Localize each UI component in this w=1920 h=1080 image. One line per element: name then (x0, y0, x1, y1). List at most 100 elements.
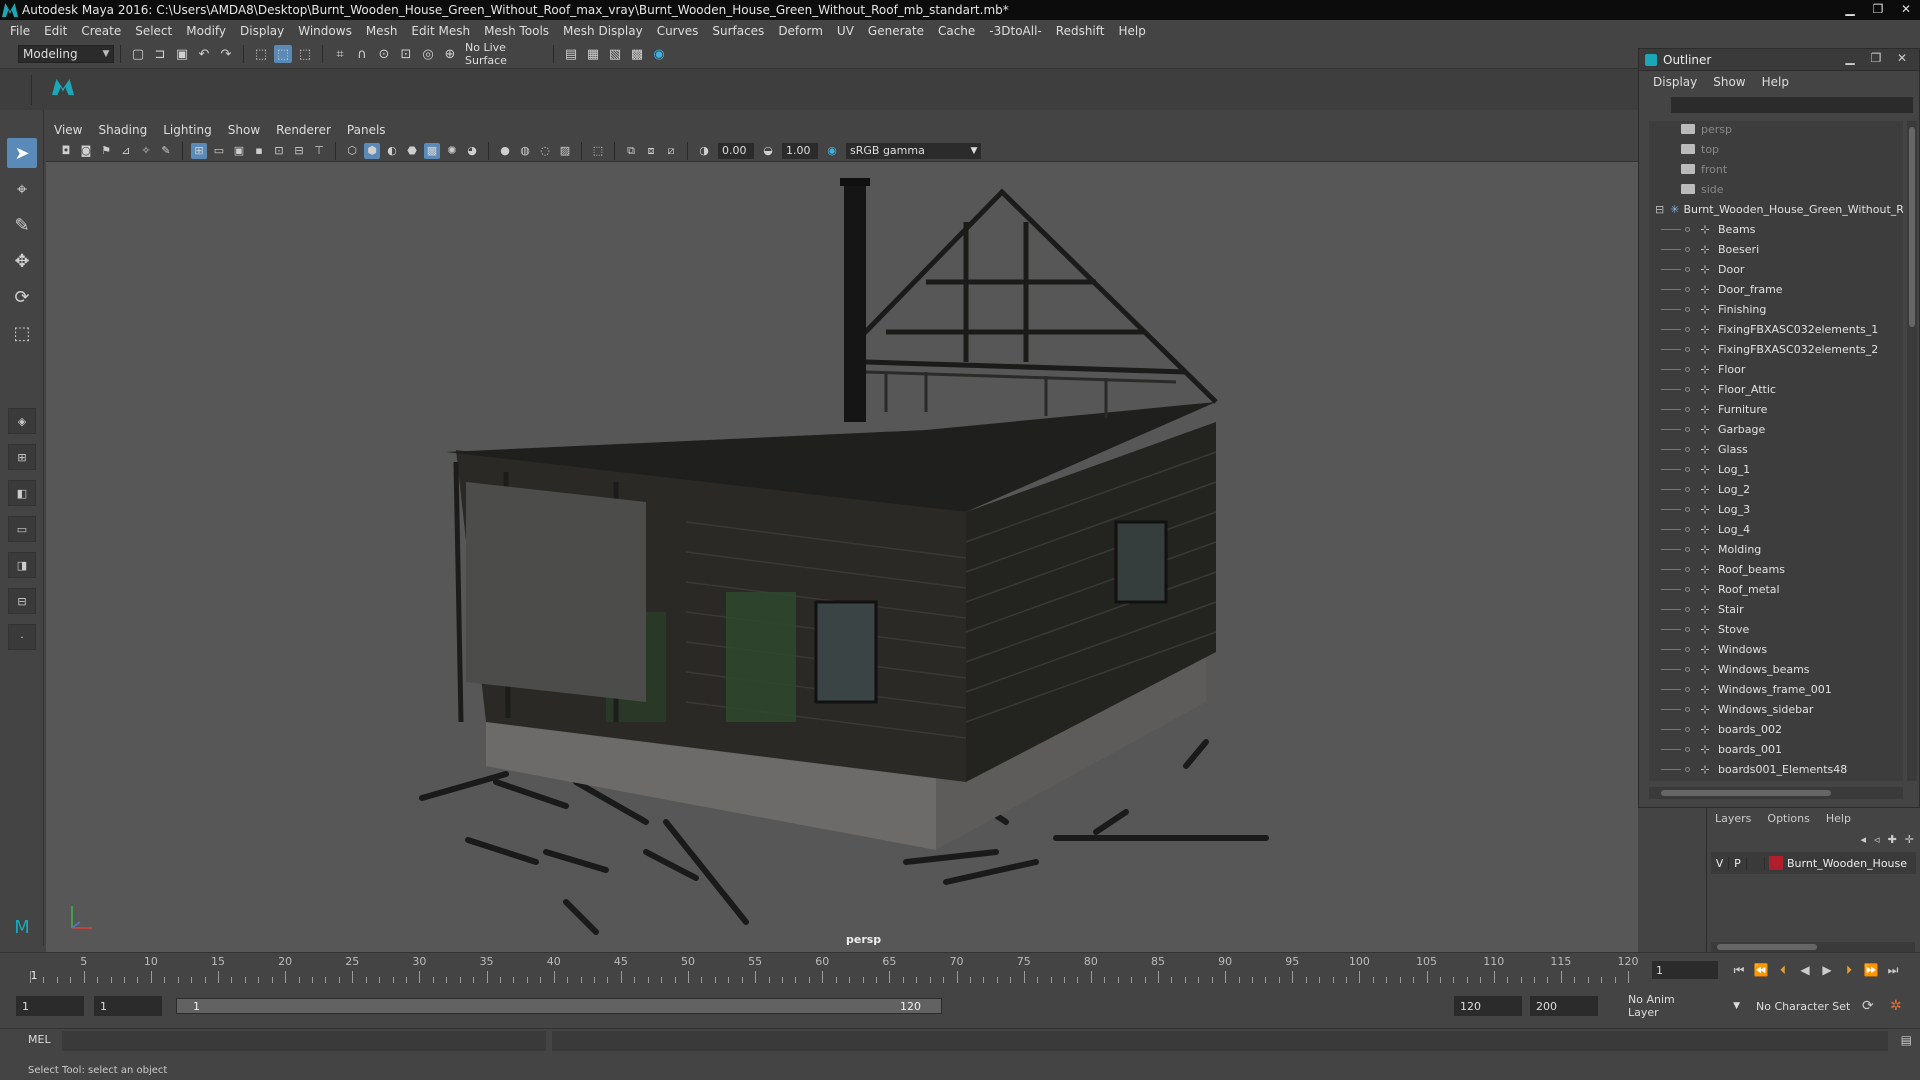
snap-curve-icon[interactable]: ∩ (353, 45, 371, 63)
menu-11[interactable]: Curves (657, 24, 699, 38)
ipr-render-icon[interactable]: ▧ (606, 45, 624, 63)
hypershade-layout-icon[interactable]: ◨ (8, 552, 36, 578)
render-frame-icon[interactable]: ▦ (584, 45, 602, 63)
menu-14[interactable]: UV (837, 24, 854, 38)
new-scene-icon[interactable]: ▢ (129, 45, 147, 63)
layer-row[interactable]: V P Burnt_Wooden_House (1711, 852, 1916, 874)
snap-view-icon[interactable]: ⊡ (397, 45, 415, 63)
expand-dot-icon[interactable] (1685, 266, 1690, 272)
outliner-item[interactable]: ⊹ Floor (1649, 359, 1903, 379)
hypershade-icon[interactable]: ◉ (650, 45, 668, 63)
outliner-item[interactable]: ⊹ FixingFBXASC032elements_1 (1649, 319, 1903, 339)
expand-dot-icon[interactable] (1685, 546, 1690, 552)
current-frame-field[interactable]: 1 (1652, 961, 1718, 979)
expand-dot-icon[interactable] (1685, 446, 1690, 452)
make-live-icon[interactable]: ⊕ (441, 45, 459, 63)
expand-dot-icon[interactable] (1685, 726, 1690, 732)
expand-dot-icon[interactable] (1685, 286, 1690, 292)
layer-visibility-toggle[interactable]: V (1711, 856, 1729, 870)
smooth-shade-icon[interactable]: ⬢ (364, 142, 380, 159)
move-tool-icon[interactable]: ✥ (7, 246, 37, 276)
expand-dot-icon[interactable] (1685, 246, 1690, 252)
outliner-item[interactable]: ⊹ Stair (1649, 599, 1903, 619)
color-management-icon[interactable]: ◉ (824, 143, 840, 159)
textured-icon[interactable]: ▩ (424, 142, 440, 159)
outliner-item-camera[interactable]: persp (1649, 121, 1903, 139)
outliner-close-button[interactable]: ✕ (1889, 51, 1915, 65)
perspective-viewport[interactable]: persp (46, 162, 1638, 952)
persp-outliner-layout-icon[interactable]: ◧ (8, 480, 36, 506)
play-backwards-icon[interactable]: ◀ (1794, 963, 1816, 977)
minimize-button[interactable]: ▁ (1836, 0, 1864, 18)
exposure-field[interactable]: 0.00 (718, 142, 754, 159)
snap-point-icon[interactable]: ⊙ (375, 45, 393, 63)
menu-9[interactable]: Mesh Tools (484, 24, 549, 38)
outliner-item[interactable]: ⊹ Log_3 (1649, 499, 1903, 519)
single-perspective-layout-icon[interactable]: ◈ (8, 408, 36, 434)
outliner-item[interactable]: ⊹ Log_1 (1649, 459, 1903, 479)
anim-layer-select[interactable]: No Anim Layer ▼ (1620, 993, 1740, 1019)
save-scene-icon[interactable]: ▣ (173, 45, 191, 63)
expand-dot-icon[interactable] (1685, 766, 1690, 772)
select-tool-icon[interactable]: ➤ (7, 138, 37, 168)
panel-menu-2[interactable]: Lighting (163, 123, 212, 137)
auto-key-icon[interactable]: ⟳ (1862, 998, 1874, 1014)
wireframe-on-shaded-icon[interactable]: ⬣ (404, 143, 420, 159)
expand-dot-icon[interactable] (1685, 386, 1690, 392)
outliner-item[interactable]: ⊹ Door (1649, 259, 1903, 279)
layer-playback-toggle[interactable]: P (1729, 856, 1747, 870)
animation-end-field[interactable]: 200 (1530, 996, 1598, 1016)
select-camera-icon[interactable]: ◘ (58, 143, 74, 159)
render-settings-icon[interactable]: ▤ (562, 45, 580, 63)
xray-components-icon[interactable]: ⧄ (663, 143, 679, 159)
redo-icon[interactable]: ↷ (217, 45, 235, 63)
move-layer-up-icon[interactable]: ◂ (1861, 833, 1867, 846)
expand-dot-icon[interactable] (1685, 486, 1690, 492)
expand-dot-icon[interactable] (1685, 346, 1690, 352)
layer-menu-0[interactable]: Layers (1715, 812, 1751, 825)
menu-12[interactable]: Surfaces (712, 24, 764, 38)
outliner-vertical-scrollbar[interactable] (1907, 121, 1917, 781)
step-back-key-icon[interactable]: ⏴ (1772, 963, 1794, 978)
outliner-item[interactable]: ⊹ Boeseri (1649, 239, 1903, 259)
menu-13[interactable]: Deform (778, 24, 823, 38)
outliner-item-root[interactable]: ⊟ ✳ Burnt_Wooden_House_Green_Without_Roof (1649, 199, 1903, 219)
preferences-icon[interactable]: ✲ (1890, 998, 1902, 1014)
undo-icon[interactable]: ↶ (195, 45, 213, 63)
resolution-gate-icon[interactable]: ▣ (231, 143, 247, 159)
layer-display-type-toggle[interactable] (1747, 856, 1765, 870)
outliner-item[interactable]: ⊹ FixingFBXASC032elements_2 (1649, 339, 1903, 359)
outliner-title-bar[interactable]: Outliner ▁ ❐ ✕ (1639, 49, 1919, 71)
menu-8[interactable]: Edit Mesh (411, 24, 470, 38)
use-all-lights-icon[interactable]: ✺ (444, 143, 460, 159)
outliner-minimize-button[interactable]: ▁ (1837, 51, 1863, 65)
xray-joints-icon[interactable]: ⧈ (643, 143, 659, 159)
play-forwards-icon[interactable]: ▶ (1816, 963, 1838, 977)
outliner-item[interactable]: ⊹ Finishing (1649, 299, 1903, 319)
time-slider[interactable]: 1 5 10 15 20 25 30 35 40 45 50 55 60 65 70 75 80 85 90 95 10… (0, 952, 1920, 988)
expand-dot-icon[interactable] (1685, 566, 1690, 572)
scale-tool-icon[interactable]: ⬚ (7, 318, 37, 348)
snap-grid-icon[interactable]: ⌗ (331, 45, 349, 63)
image-plane-icon[interactable]: ⊿ (118, 143, 134, 159)
outliner-item[interactable]: ⊹ Roof_beams (1649, 559, 1903, 579)
character-set-select[interactable]: No Character Set (1748, 996, 1868, 1016)
expand-dot-icon[interactable] (1685, 746, 1690, 752)
gate-mask-icon[interactable]: ▪ (251, 143, 267, 159)
expand-dot-icon[interactable] (1685, 466, 1690, 472)
depth-of-field-icon[interactable]: ▨ (557, 143, 573, 159)
outliner-item-camera[interactable]: top (1649, 139, 1903, 159)
step-back-frame-icon[interactable]: ⏪ (1750, 963, 1772, 977)
layer-menu-1[interactable]: Options (1767, 812, 1809, 825)
graph-editor-layout-icon[interactable]: ⊟ (8, 588, 36, 614)
expand-dot-icon[interactable] (1685, 366, 1690, 372)
layer-menu-2[interactable]: Help (1826, 812, 1851, 825)
render-view-icon[interactable]: ▩ (628, 45, 646, 63)
outliner-item[interactable]: ⊹ Molding (1649, 539, 1903, 559)
shelf-maya-icon[interactable] (52, 79, 74, 95)
step-forward-key-icon[interactable]: ⏵ (1838, 963, 1860, 978)
menu-16[interactable]: Cache (938, 24, 975, 38)
outliner-item[interactable]: ⊹ Windows_beams (1649, 659, 1903, 679)
expand-dot-icon[interactable] (1685, 306, 1690, 312)
expand-dot-icon[interactable] (1685, 326, 1690, 332)
